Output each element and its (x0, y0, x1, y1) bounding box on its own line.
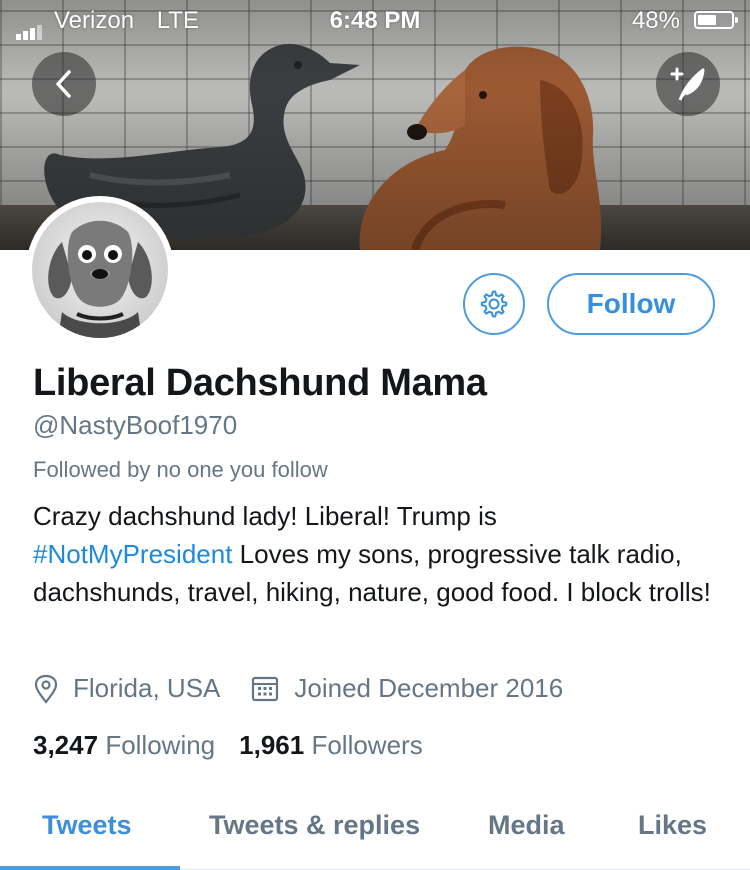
tab-tweets-and-replies[interactable]: Tweets & replies (209, 810, 420, 841)
profile-name: Liberal Dachshund Mama (33, 362, 487, 404)
location-text: Florida, USA (73, 673, 221, 703)
hashtag-link[interactable]: #NotMyPresident (33, 539, 232, 569)
following-stat[interactable]: 3,247 Following (33, 730, 215, 760)
active-tab-indicator (0, 866, 180, 870)
battery-icon (694, 11, 738, 29)
calendar-icon (252, 676, 279, 701)
avatar[interactable] (26, 196, 174, 344)
battery-percent: 48% (631, 7, 680, 34)
followers-stat[interactable]: 1,961 Followers (239, 730, 423, 760)
location-item: Florida, USA (33, 673, 220, 704)
following-label: Following (105, 730, 216, 760)
settings-button[interactable] (463, 273, 525, 335)
tab-tweets[interactable]: Tweets (42, 810, 132, 841)
profile-handle: @NastyBoof1970 (33, 410, 238, 440)
back-button[interactable] (32, 52, 96, 116)
profile-tabs: Tweets Tweets & replies Media Likes (0, 790, 750, 870)
compose-feather-icon (670, 67, 705, 101)
compose-tweet-button[interactable] (656, 52, 720, 116)
joined-item: Joined December 2016 (250, 673, 563, 704)
profile-bio: Crazy dachshund lady! Liberal! Trump is … (33, 497, 723, 611)
followed-by-text: Followed by no one you follow (33, 457, 328, 482)
followers-count: 1,961 (239, 730, 305, 760)
location-pin-icon (34, 674, 58, 704)
follow-stats: 3,247 Following 1,961 Followers (33, 730, 423, 761)
status-bar: Verizon LTE 6:48 PM 48% (0, 0, 750, 40)
tab-media[interactable]: Media (488, 810, 565, 841)
chevron-left-icon (56, 70, 71, 98)
dachshund-avatar-image (48, 220, 152, 338)
bio-text: Crazy dachshund lady! Liberal! Trump is (33, 501, 497, 531)
following-count: 3,247 (33, 730, 99, 760)
follow-button[interactable]: Follow (547, 273, 715, 335)
profile-meta: Florida, USA Joined December 2016 (33, 673, 563, 704)
joined-text: Joined December 2016 (294, 673, 564, 703)
gear-icon (480, 290, 508, 318)
followers-label: Followers (311, 730, 423, 760)
profile-photo (32, 202, 168, 338)
tab-likes[interactable]: Likes (638, 810, 707, 841)
